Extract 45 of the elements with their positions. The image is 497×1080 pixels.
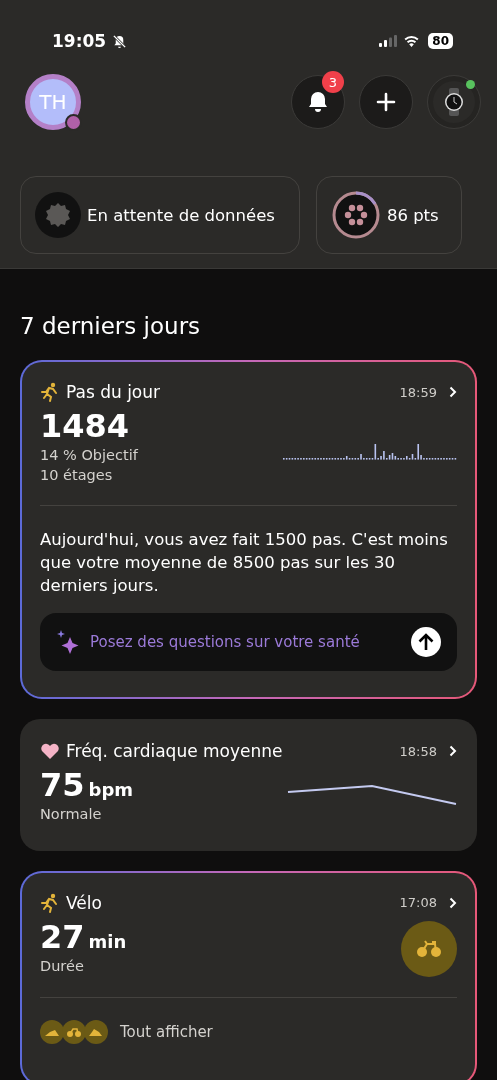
card-title: Pas du jour xyxy=(66,382,161,402)
section-title: 7 derniers jours xyxy=(20,313,202,339)
steps-card[interactable]: Pas du jour 18:59 1484 14 % Objectif 10 étages Aujourd'hui, vous avez fait 1500 pas. C'est moins que votre moyenne de 8500 pas sur les 30 derniers jours. Posez des questions sur votre santé xyxy=(20,360,477,700)
summary-chip[interactable]: 86 pts xyxy=(315,176,462,254)
running-person-icon xyxy=(40,382,60,402)
battery-indicator: 80 xyxy=(428,33,453,49)
heart-rate-card[interactable]: Fréq. cardiaque moyenne 18:58 75 bpm Normale xyxy=(20,719,477,851)
cycling-card[interactable]: Vélo 17:08 27 min Durée Tout afficher xyxy=(20,870,477,1080)
card-title: Fréq. cardiaque moyenne xyxy=(66,741,283,762)
watch-button[interactable] xyxy=(427,75,481,129)
card-time: 17:08 xyxy=(399,895,437,911)
question-input[interactable]: Posez des questions sur votre santé xyxy=(90,633,380,652)
chip-label: En attente de données xyxy=(87,205,275,225)
status-time: 19:05 xyxy=(52,31,107,51)
heart-rate-value: 75 xyxy=(40,765,85,806)
activity-icons-drawing xyxy=(40,1019,108,1044)
plus-icon xyxy=(376,92,396,112)
heart-status: Normale xyxy=(40,805,103,825)
step-count: 1484 xyxy=(40,406,131,446)
wifi-icon xyxy=(403,35,421,47)
score-ring-icon xyxy=(330,190,381,240)
chevron-right-icon xyxy=(449,745,457,758)
unit-label: min xyxy=(88,930,127,952)
bell-icon xyxy=(308,91,328,113)
floors-text: 10 étages xyxy=(40,465,114,485)
notification-count: 3 xyxy=(322,71,344,93)
show-all-link[interactable]: Tout afficher xyxy=(120,1022,213,1041)
duration-value: 27 xyxy=(40,916,85,957)
heart-icon xyxy=(40,742,60,761)
unit-label: bpm xyxy=(88,779,134,801)
bicycle-icon xyxy=(401,920,457,977)
signal-icon xyxy=(379,35,398,47)
muted-bell-icon xyxy=(112,33,128,49)
goal-text: 14 % Objectif xyxy=(40,446,138,465)
badge-icon xyxy=(35,192,81,238)
summary-chip[interactable]: En attente de données xyxy=(20,176,300,254)
running-person-icon xyxy=(40,892,60,913)
card-time: 18:58 xyxy=(399,743,437,759)
card-title: Vélo xyxy=(66,892,102,913)
chevron-right-icon xyxy=(449,386,457,398)
card-time: 18:59 xyxy=(399,384,437,400)
duration-caption: Durée xyxy=(40,956,85,976)
chevron-right-icon xyxy=(449,896,457,909)
chip-label: 86 pts xyxy=(386,205,439,225)
steps-summary: Aujourd'hui, vous avez fait 1500 pas. C'est moins que votre moyenne de 8500 pas sur les 30 derniers jours. xyxy=(40,529,449,598)
